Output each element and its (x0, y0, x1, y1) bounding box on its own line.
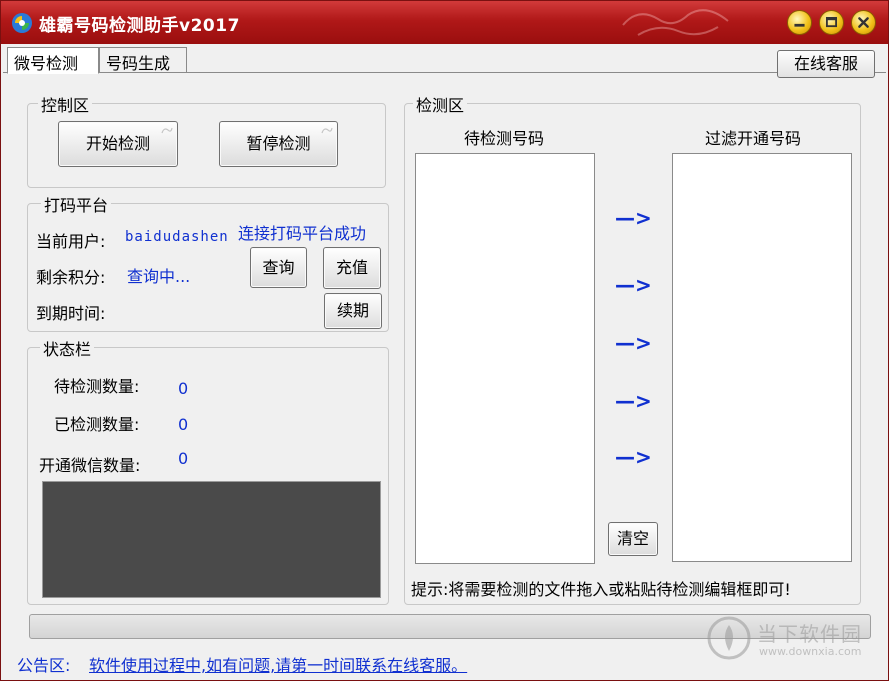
start-detect-button[interactable]: 开始检测 (58, 121, 178, 167)
tab-number-check[interactable]: 微号检测 (7, 47, 99, 74)
tab-number-generate[interactable]: 号码生成 (99, 47, 187, 73)
swirl-decoration-icon (161, 127, 173, 134)
connect-status-text: 连接打码平台成功 (238, 224, 367, 243)
online-service-button[interactable]: 在线客服 (777, 50, 875, 78)
expire-label: 到期时间: (36, 304, 106, 323)
transfer-arrow-icon: —> (615, 206, 652, 230)
notice-label: 公告区: (17, 656, 71, 675)
log-output-box[interactable] (42, 481, 381, 598)
window-title: 雄霸号码检测助手v2017 (39, 16, 240, 36)
points-value: 查询中... (127, 267, 191, 286)
filtered-numbers-textbox[interactable] (672, 153, 852, 562)
pending-count-value: 0 (178, 379, 189, 398)
watermark-url: www.downxia.com (759, 645, 862, 658)
wechat-count-value: 0 (178, 449, 189, 468)
transfer-arrow-icon: —> (615, 331, 652, 355)
status-bar-title: 状态栏 (40, 336, 95, 360)
filtered-numbers-header: 过滤开通号码 (705, 129, 802, 148)
wechat-count-label: 开通微信数量: (39, 456, 141, 475)
hint-text: 提示:将需要检测的文件拖入或粘贴待检测编辑框即可! (411, 580, 791, 599)
swirl-decoration-icon (321, 127, 333, 134)
clear-button[interactable]: 清空 (608, 522, 658, 556)
detect-area-title: 检测区 (413, 92, 468, 116)
minimize-icon (794, 23, 805, 27)
cloud-decoration-icon (622, 9, 729, 36)
notice-link[interactable]: 软件使用过程中,如有问题,请第一时间联系在线客服。 (89, 652, 467, 676)
pending-count-label: 待检测数量: (54, 377, 140, 396)
watermark-title: 当下软件园 (757, 622, 862, 646)
close-button[interactable] (851, 10, 876, 35)
close-icon (858, 17, 869, 28)
maximize-button[interactable] (819, 10, 844, 35)
pause-detect-button[interactable]: 暂停检测 (219, 121, 338, 167)
points-label: 剩余积分: (36, 268, 106, 287)
current-user-label: 当前用户: (36, 232, 106, 251)
pending-numbers-header: 待检测号码 (464, 129, 545, 148)
checked-count-value: 0 (178, 415, 189, 434)
watermark: 当下软件园 www.downxia.com (707, 616, 877, 664)
query-button[interactable]: 查询 (250, 247, 307, 288)
maximize-icon (825, 16, 838, 28)
recharge-button[interactable]: 充值 (323, 247, 381, 289)
transfer-arrow-icon: —> (615, 273, 652, 297)
start-detect-label: 开始检测 (85, 134, 150, 153)
captcha-platform-title: 打码平台 (41, 192, 112, 216)
control-area-title: 控制区 (38, 92, 93, 116)
minimize-button[interactable] (787, 10, 812, 35)
renew-button[interactable]: 续期 (324, 293, 382, 329)
downxia-logo-icon (707, 616, 751, 660)
current-user-value: baidudashen (125, 229, 229, 245)
app-icon (12, 13, 32, 33)
transfer-arrow-icon: —> (615, 445, 652, 469)
app-window: 雄霸号码检测助手v2017 微号检测 号码生成 在线客服 控制区 开始检测 暂停… (0, 0, 889, 681)
transfer-arrow-icon: —> (615, 389, 652, 413)
pause-detect-label: 暂停检测 (246, 134, 311, 153)
pending-numbers-textbox[interactable] (415, 153, 595, 564)
checked-count-label: 已检测数量: (54, 415, 140, 434)
title-bar[interactable]: 雄霸号码检测助手v2017 (1, 1, 888, 44)
